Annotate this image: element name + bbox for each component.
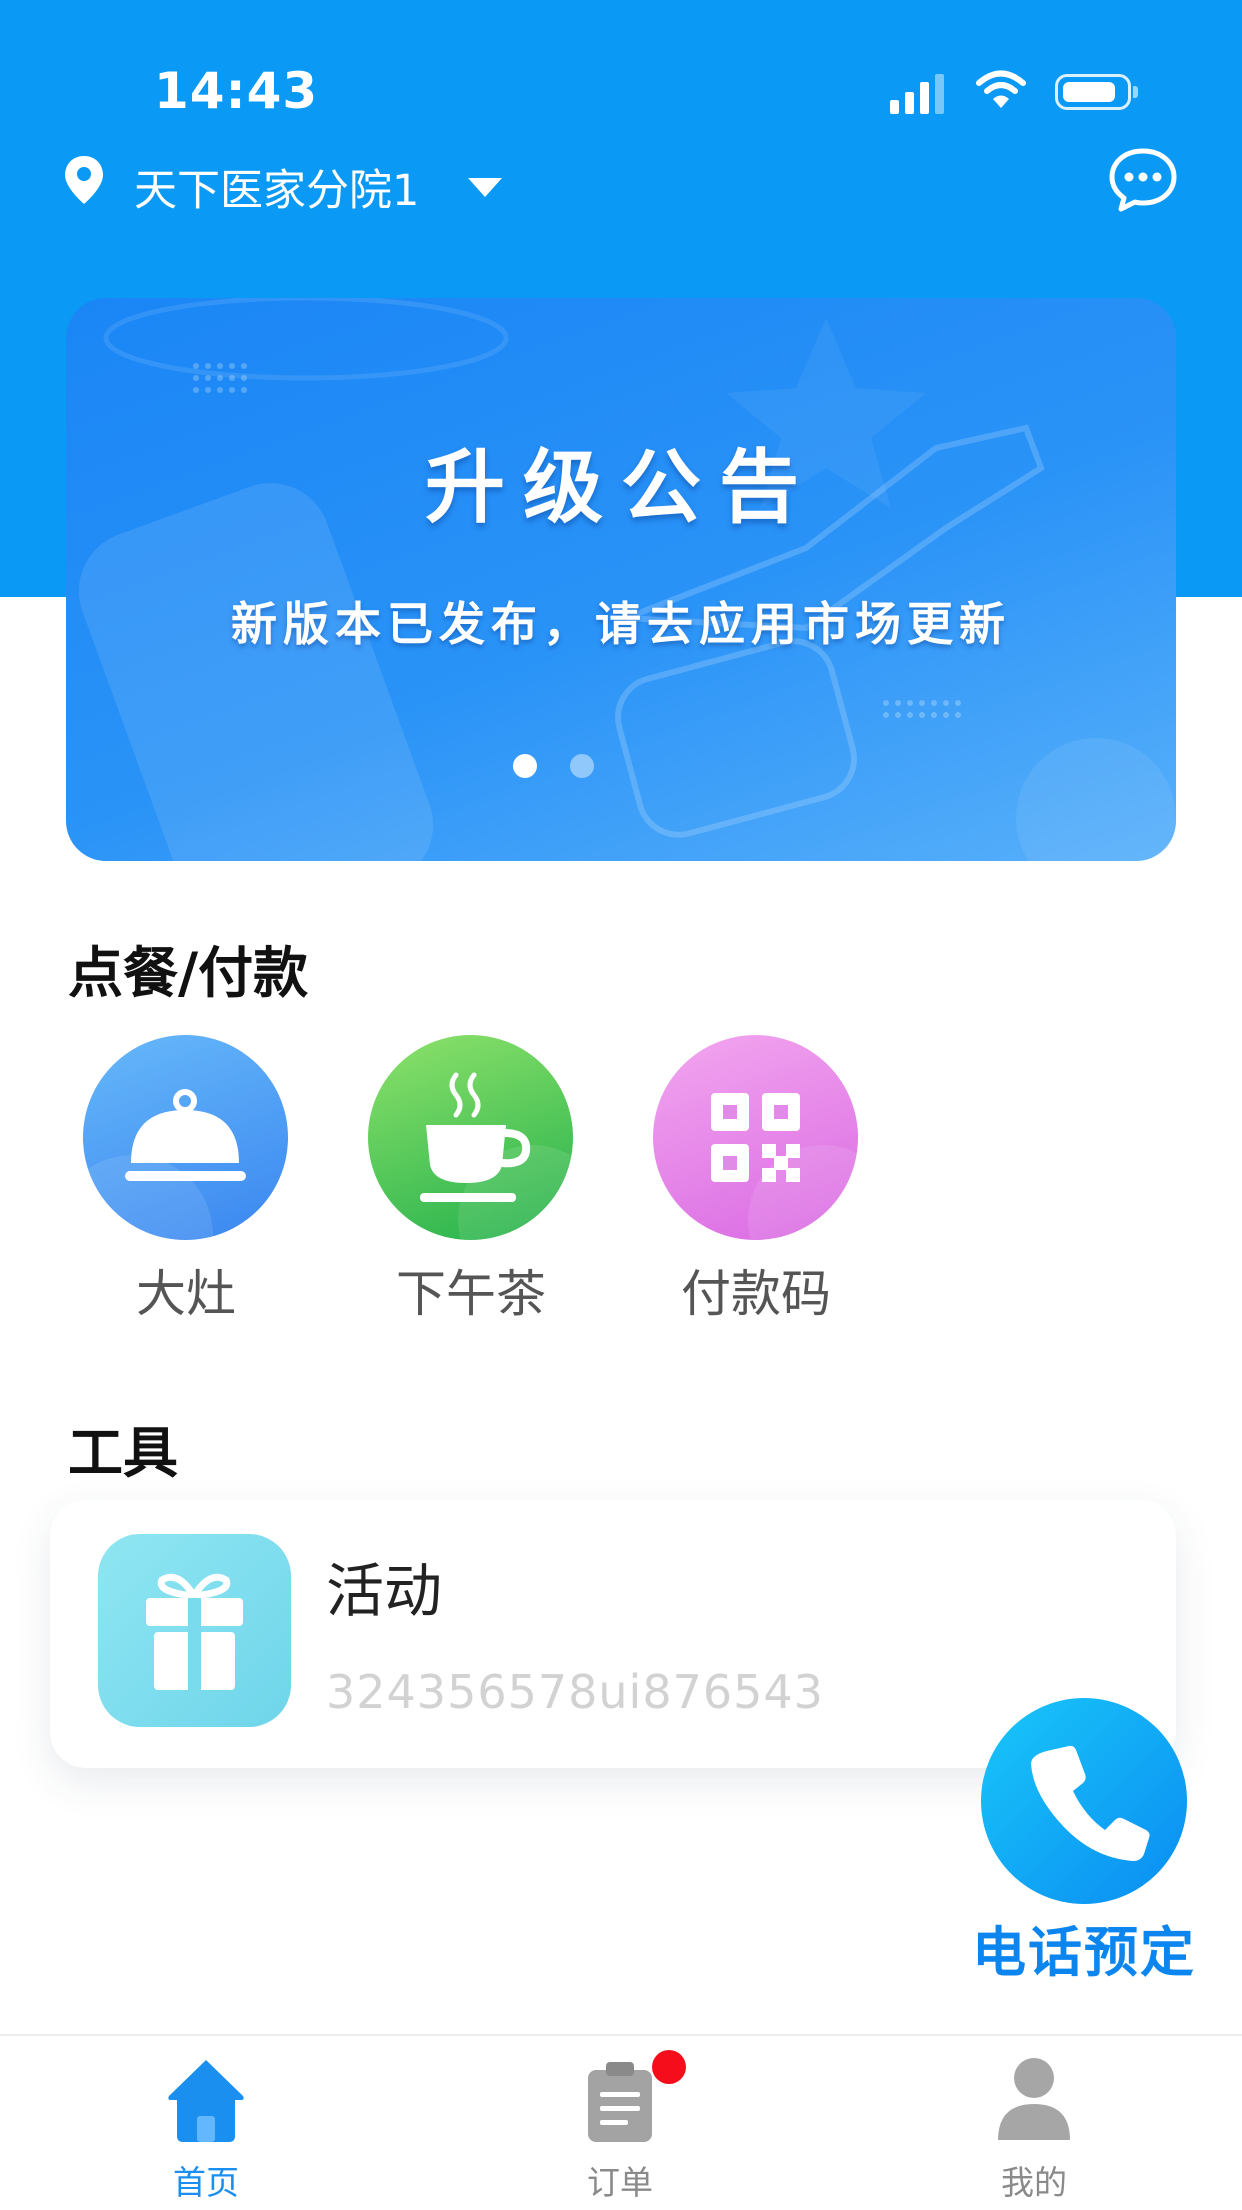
service-label: 付款码 <box>681 1265 831 1323</box>
tab-home[interactable]: 首页 <box>86 2036 326 2210</box>
carousel-dot-active[interactable] <box>513 754 537 778</box>
banner-decoration <box>78 298 1176 861</box>
gift-icon <box>98 1534 291 1727</box>
service-afternoon-tea[interactable]: 下午茶 <box>368 1035 573 1326</box>
message-icon[interactable] <box>1107 146 1179 214</box>
service-label: 下午茶 <box>396 1265 546 1323</box>
tool-title: 活动 <box>326 1557 443 1625</box>
tab-label: 订单 <box>587 2163 653 2202</box>
ordering-section-title: 点餐/付款 <box>68 941 309 1005</box>
phone-reservation-button[interactable] <box>981 1698 1187 1904</box>
banner-subtitle: 新版本已发布，请去应用市场更新 <box>231 597 1011 651</box>
status-time: 14:43 <box>154 62 319 120</box>
tab-orders[interactable]: 订单 <box>500 2036 740 2210</box>
tools-section-title: 工具 <box>68 1421 179 1485</box>
chevron-down-icon <box>468 178 502 197</box>
tab-profile[interactable]: 我的 <box>914 2036 1154 2210</box>
clipboard-icon <box>588 2062 652 2142</box>
tab-label: 我的 <box>1001 2163 1067 2202</box>
carousel-dot[interactable] <box>570 754 594 778</box>
coffee-cup-icon <box>368 1035 573 1240</box>
service-dazao[interactable]: 大灶 <box>83 1035 288 1326</box>
location-label: 天下医家分院1 <box>134 166 420 216</box>
announcement-banner[interactable]: 升级公告 新版本已发布，请去应用市场更新 <box>66 298 1176 861</box>
qr-code-icon <box>653 1035 858 1240</box>
person-icon <box>998 2058 1070 2140</box>
notification-badge <box>652 2050 686 2084</box>
bottom-tab-bar: 首页 订单 我的 <box>0 2034 1242 2210</box>
phone-icon <box>1031 1745 1150 1861</box>
tool-subtitle: 324356578ui876543 <box>326 1665 824 1719</box>
service-label: 大灶 <box>136 1265 236 1323</box>
banner-title: 升级公告 <box>425 441 817 534</box>
phone-reservation-label: 电话预定 <box>972 1921 1196 1984</box>
service-payment-code[interactable]: 付款码 <box>653 1035 858 1326</box>
home-icon <box>168 2060 244 2142</box>
serving-cloche-icon <box>83 1035 288 1240</box>
battery-icon <box>1055 74 1131 110</box>
wifi-icon <box>976 70 1026 108</box>
tab-label: 首页 <box>173 2163 239 2202</box>
location-pin-icon <box>65 156 103 204</box>
